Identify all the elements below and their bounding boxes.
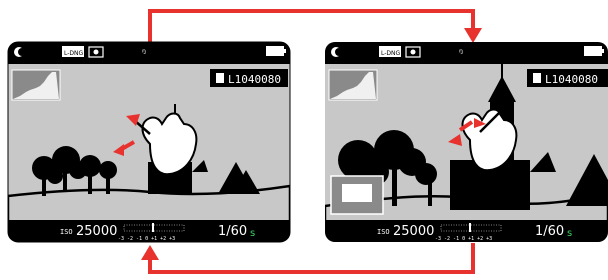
camera-screen-right: L1040080 ISO 25000 -3 -2 -1 0 +1 +2 +3 1… <box>325 42 608 242</box>
battery-icon <box>266 46 286 56</box>
file-number-label: L1040080 <box>545 73 598 86</box>
iso-value: 25000 <box>393 224 434 239</box>
histogram-widget <box>11 69 61 101</box>
file-icon <box>216 73 224 83</box>
iso-prefix: ISO <box>60 228 73 236</box>
file-number-label: L1040080 <box>228 73 281 86</box>
file-label-box: L1040080 <box>210 69 288 87</box>
stabilization-icon: ᵑ <box>142 48 146 59</box>
stabilization-icon: ᵑ <box>459 48 463 59</box>
cycle-arrow-top <box>148 9 482 44</box>
cycle-arrow-bottom <box>141 243 475 274</box>
camera-screen-left: L1040080 ISO 25000 -3 -2 -1 0 +1 +2 +3 1… <box>7 41 291 243</box>
iso-value: 25000 <box>76 224 117 239</box>
shutter-speed: 1/60 <box>535 224 564 239</box>
histogram-widget-right <box>328 69 378 101</box>
dng-icon: L-DNG <box>62 46 84 57</box>
shutter-speed: 1/60 <box>218 224 247 239</box>
iso-prefix: ISO <box>377 228 390 236</box>
ev-scale-labels: -3 -2 -1 0 +1 +2 +3 <box>435 236 492 242</box>
battery-icon <box>584 46 604 56</box>
shutter-suffix: s <box>250 228 255 239</box>
diagram-canvas: L1040080 ISO 25000 -3 -2 -1 0 +1 +2 +3 1… <box>7 9 608 274</box>
dng-format-label: L-DNG <box>64 50 84 57</box>
file-label-box-right: L1040080 <box>527 69 608 87</box>
dng-icon: L-DNG <box>379 46 401 57</box>
file-icon <box>533 73 541 83</box>
ev-scale-labels: -3 -2 -1 0 +1 +2 +3 <box>118 236 175 242</box>
dng-format-label: L-DNG <box>381 50 401 57</box>
zoom-navigator <box>330 175 384 215</box>
shutter-suffix: s <box>567 228 572 239</box>
